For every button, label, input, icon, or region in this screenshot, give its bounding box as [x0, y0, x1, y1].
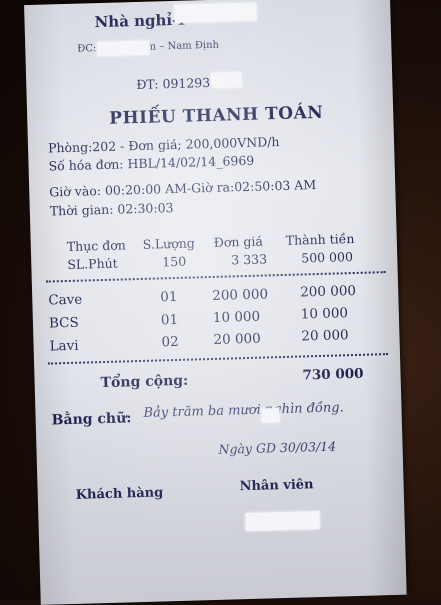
item-quantity: 01 — [160, 288, 178, 306]
dotted-divider — [48, 353, 388, 365]
redaction-box — [97, 40, 150, 57]
time-in-out: Giờ vào: 00:20:00 AM-Giờ ra:02:50:03 AM — [49, 177, 317, 200]
item-quantity: 01 — [160, 311, 179, 329]
time-row-unit-price: 3 333 — [231, 251, 268, 268]
column-header-unit-price: Đơn giá — [213, 233, 264, 250]
amount-in-words-label: Bằng chữ: — [51, 410, 132, 429]
shop-name: Nhà nghỉ-T — [94, 10, 188, 32]
customer-signature-label: Khách hàng — [75, 485, 164, 503]
column-header-menu: Thục đơn — [66, 237, 127, 255]
invoice-number: Số hóa đơn: HBL/14/02/14_6969 — [48, 152, 255, 174]
redaction-box — [261, 408, 280, 423]
item-unit-price: 20 000 — [213, 330, 261, 348]
item-name: Cave — [48, 291, 83, 309]
shop-phone: ĐT: 0912935 — [136, 74, 219, 93]
time-row-quantity: 150 — [162, 253, 187, 270]
item-name: BCS — [48, 314, 79, 332]
item-amount: 10 000 — [300, 305, 349, 323]
staff-signature-label: Nhân viên — [239, 477, 314, 495]
time-row-label: SL.Phút — [67, 255, 118, 272]
receipt-paper: Nhà nghỉ-T ĐC: - Quất Lâm – Nam Định ĐT:… — [24, 0, 407, 605]
time-row-amount: 500 000 — [301, 249, 354, 266]
item-unit-price: 10 000 — [212, 308, 261, 326]
dotted-divider — [45, 271, 386, 283]
total-value: 730 000 — [302, 365, 364, 384]
item-unit-price: 200 000 — [212, 286, 269, 304]
redaction-box — [245, 511, 320, 532]
transaction-date: Ngày GD 30/03/14 — [218, 438, 337, 457]
total-label: Tổng cộng: — [100, 372, 189, 392]
item-quantity: 02 — [161, 333, 179, 351]
item-amount: 20 000 — [301, 327, 349, 345]
item-name: Lavi — [49, 337, 79, 355]
redaction-box — [174, 2, 257, 23]
stay-duration: Thời gian: 02:30:03 — [49, 200, 174, 219]
redaction-box — [211, 72, 242, 88]
item-amount: 200 000 — [299, 282, 357, 301]
column-header-amount: Thành tiền — [285, 230, 355, 248]
amount-in-words: Bảy trăm ba mươi nghìn đồng. — [143, 400, 344, 421]
receipt-title: PHIẾU THANH TOÁN — [108, 102, 324, 129]
column-header-quantity: S.Lượng — [142, 235, 196, 252]
